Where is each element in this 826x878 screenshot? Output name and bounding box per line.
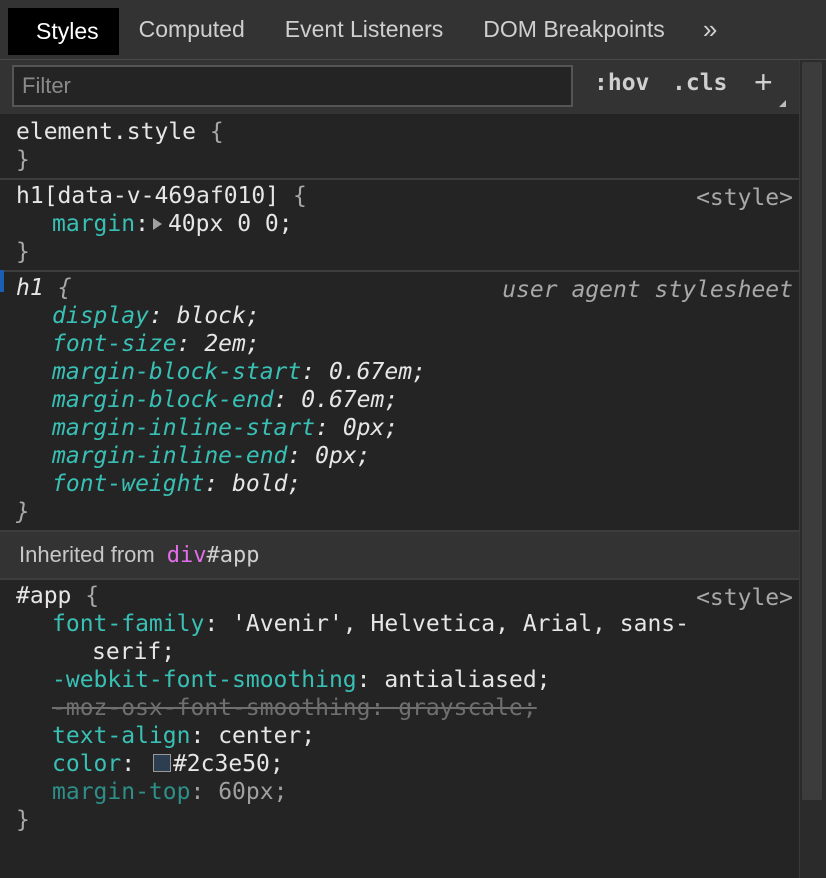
inherited-section-header: Inherited from div #app bbox=[0, 532, 799, 580]
rule-close-brace: } bbox=[16, 239, 30, 265]
property-value[interactable]: 40px 0 0; bbox=[168, 211, 293, 237]
rule-selector: h1 bbox=[16, 275, 44, 301]
rule-open-brace[interactable]: { bbox=[210, 119, 224, 145]
vertical-scrollbar[interactable] bbox=[799, 60, 826, 878]
property-margin-top[interactable]: margin-top: 60px; bbox=[16, 778, 799, 806]
more-tabs-icon[interactable]: » bbox=[685, 0, 737, 59]
inherited-node-id[interactable]: #app bbox=[206, 543, 259, 568]
rule-app: #app { <style> font-family: 'Avenir', He… bbox=[0, 580, 799, 838]
tab-styles[interactable]: Styles bbox=[8, 8, 119, 55]
property-font-size: font-size: 2em; bbox=[52, 331, 260, 357]
property-value[interactable]: 'Avenir', Helvetica, Arial, sans- bbox=[232, 611, 689, 637]
property-value[interactable]: #2c3e50; bbox=[173, 751, 284, 777]
property-font-family-wrap[interactable]: serif; bbox=[16, 638, 799, 666]
property-name[interactable]: -moz-osx-font-smoothing bbox=[52, 695, 371, 721]
rule-source-label: user agent stylesheet bbox=[502, 277, 793, 303]
property-name: font-size bbox=[52, 331, 177, 357]
property-name[interactable]: font-family bbox=[52, 611, 204, 637]
property-name[interactable]: text-align bbox=[52, 723, 190, 749]
expand-shorthand-icon[interactable] bbox=[152, 218, 162, 230]
rule-h1-scoped: h1[data-v-469af010] { <style> margin: 40p… bbox=[0, 180, 799, 272]
property-name: display bbox=[52, 303, 149, 329]
property-font-family[interactable]: font-family: 'Avenir', Helvetica, Arial,… bbox=[16, 610, 799, 638]
property-text-align[interactable]: text-align: center; bbox=[16, 722, 799, 750]
property-name[interactable]: color bbox=[52, 751, 121, 777]
rule-source-link[interactable]: <style> bbox=[696, 584, 793, 612]
property-color[interactable]: color: #2c3e50; bbox=[16, 750, 799, 778]
property-value[interactable]: center; bbox=[218, 723, 315, 749]
tab-computed[interactable]: Computed bbox=[119, 0, 265, 59]
inherited-label: Inherited from bbox=[19, 542, 155, 567]
scrollbar-thumb[interactable] bbox=[802, 62, 822, 800]
property-moz-osx-font-smoothing[interactable]: -moz-osx-font-smoothing: grayscale; bbox=[16, 694, 799, 722]
property-value: 0.67em; bbox=[301, 387, 399, 413]
styles-toolbar: :hov .cls + bbox=[0, 60, 799, 114]
property-margin-inline-end: margin-inline-end: 0px; bbox=[52, 443, 371, 469]
rule-selector[interactable]: h1[data-v-469af010] bbox=[16, 183, 279, 209]
rule-close-brace: } bbox=[16, 499, 30, 525]
rule-close-brace: } bbox=[16, 807, 30, 833]
tab-event-listeners[interactable]: Event Listeners bbox=[265, 0, 464, 59]
hov-toggle[interactable]: :hov bbox=[594, 70, 649, 96]
property-margin[interactable]: margin: 40px 0 0; bbox=[16, 210, 799, 238]
property-name[interactable]: -webkit-font-smoothing bbox=[52, 667, 357, 693]
property-name: margin-block-end bbox=[52, 387, 274, 413]
rule-selector[interactable]: element.style bbox=[16, 119, 196, 145]
property-value[interactable]: antialiased; bbox=[384, 667, 550, 693]
property-name[interactable]: margin bbox=[52, 211, 135, 237]
property-value[interactable]: 60px; bbox=[218, 779, 287, 805]
cls-toggle[interactable]: .cls bbox=[672, 70, 727, 96]
property-value: 2em; bbox=[204, 331, 260, 357]
property-margin-block-end: margin-block-end: 0.67em; bbox=[52, 387, 399, 413]
property-font-weight: font-weight: bold; bbox=[52, 471, 302, 497]
rule-element-style: element.style { } bbox=[0, 114, 799, 180]
rule-h1-user-agent: h1 { user agent stylesheet display: bloc… bbox=[0, 272, 799, 532]
filter-input[interactable] bbox=[12, 65, 573, 107]
property-value-continued[interactable]: serif; bbox=[92, 639, 175, 665]
property-name: margin-inline-start bbox=[52, 415, 316, 441]
rule-open-brace: { bbox=[85, 583, 100, 609]
property-margin-block-start: margin-block-start: 0.67em; bbox=[52, 359, 426, 385]
property-name[interactable]: margin-top bbox=[52, 779, 190, 805]
property-value: bold; bbox=[232, 471, 302, 497]
property-webkit-font-smoothing[interactable]: -webkit-font-smoothing: antialiased; bbox=[16, 666, 799, 694]
new-style-rule-button[interactable]: + bbox=[754, 64, 773, 101]
property-name: font-weight bbox=[52, 471, 205, 497]
color-swatch-icon[interactable] bbox=[152, 754, 171, 772]
property-margin-inline-start: margin-inline-start: 0px; bbox=[52, 415, 399, 441]
property-value: 0px; bbox=[315, 443, 371, 469]
panel-tabs: Styles Computed Event Listeners DOM Brea… bbox=[0, 0, 826, 60]
tab-dom-breakpoints[interactable]: DOM Breakpoints bbox=[463, 0, 685, 59]
property-value[interactable]: grayscale; bbox=[398, 695, 536, 721]
property-value: 0.67em; bbox=[328, 359, 426, 385]
property-value: block; bbox=[176, 303, 260, 329]
rule-source-link[interactable]: <style> bbox=[696, 184, 793, 212]
selection-edge-marker bbox=[0, 270, 4, 292]
rule-selector[interactable]: #app bbox=[16, 583, 71, 609]
inherited-node-tag[interactable]: div bbox=[167, 543, 207, 568]
styles-pane: :hov .cls + element.style { } h1[data-v-… bbox=[0, 60, 799, 878]
property-name: margin-inline-end bbox=[52, 443, 288, 469]
rule-open-brace: { bbox=[292, 183, 307, 209]
new-rule-menu-icon[interactable] bbox=[779, 100, 786, 107]
rule-close-brace: } bbox=[16, 147, 30, 173]
property-display: display: block; bbox=[52, 303, 260, 329]
property-value: 0px; bbox=[342, 415, 399, 441]
rule-open-brace: { bbox=[57, 275, 72, 301]
property-name: margin-block-start bbox=[52, 359, 302, 385]
